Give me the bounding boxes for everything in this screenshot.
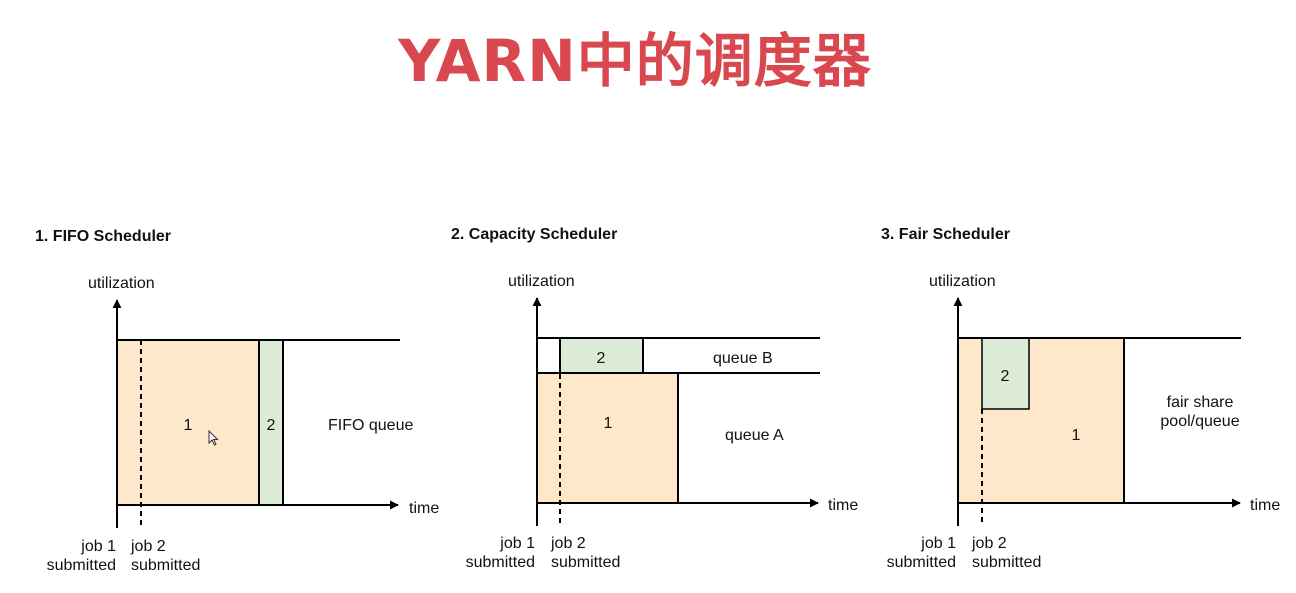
fifo-job2-submitted-2: submitted — [131, 557, 200, 574]
fifo-job1-submitted-2: submitted — [47, 557, 116, 574]
fifo-job1-label: 1 — [184, 417, 193, 434]
fifo-y-axis-label: utilization — [88, 275, 155, 292]
capacity-job1-submitted-1: job 1 — [499, 535, 535, 552]
fair-pool-label-1: fair share — [1167, 394, 1234, 411]
schedulers-diagram: 1. FIFO Scheduler utilization time 1 2 F… — [35, 226, 1280, 574]
capacity-panel: 2. Capacity Scheduler utilization time 1… — [451, 226, 858, 571]
fair-job1-submitted-1: job 1 — [920, 535, 956, 552]
fair-job1-label: 1 — [1072, 427, 1081, 444]
fair-y-axis-label: utilization — [929, 273, 996, 290]
capacity-job1-block — [536, 372, 679, 504]
fair-job2-label: 2 — [1001, 368, 1010, 385]
capacity-job2-label: 2 — [597, 350, 606, 367]
fair-job1-submitted-2: submitted — [887, 554, 956, 571]
fifo-job2-submitted-1: job 2 — [130, 538, 166, 555]
capacity-x-axis-label: time — [828, 497, 858, 514]
fair-job2-submitted-1: job 2 — [971, 535, 1007, 552]
capacity-heading: 2. Capacity Scheduler — [451, 226, 617, 243]
capacity-job2-submitted-1: job 2 — [550, 535, 586, 552]
capacity-job1-label: 1 — [604, 415, 613, 432]
fair-job2-submitted-2: submitted — [972, 554, 1041, 571]
capacity-queue-b-label: queue B — [713, 350, 773, 367]
capacity-job1-submitted-2: submitted — [466, 554, 535, 571]
fair-heading: 3. Fair Scheduler — [881, 226, 1010, 243]
fifo-panel: 1. FIFO Scheduler utilization time 1 2 F… — [35, 228, 439, 574]
fifo-job2-label: 2 — [267, 417, 276, 434]
fifo-queue-label: FIFO queue — [328, 417, 413, 434]
fair-x-axis-label: time — [1250, 497, 1280, 514]
capacity-y-axis-label: utilization — [508, 273, 575, 290]
fair-panel: 3. Fair Scheduler utilization time 1 2 f… — [881, 226, 1280, 571]
fifo-heading: 1. FIFO Scheduler — [35, 228, 171, 245]
fair-pool-label-2: pool/queue — [1160, 413, 1239, 430]
capacity-job2-submitted-2: submitted — [551, 554, 620, 571]
fifo-job1-submitted-1: job 1 — [80, 538, 116, 555]
capacity-queue-a-label: queue A — [725, 427, 784, 444]
fifo-x-axis-label: time — [409, 500, 439, 517]
